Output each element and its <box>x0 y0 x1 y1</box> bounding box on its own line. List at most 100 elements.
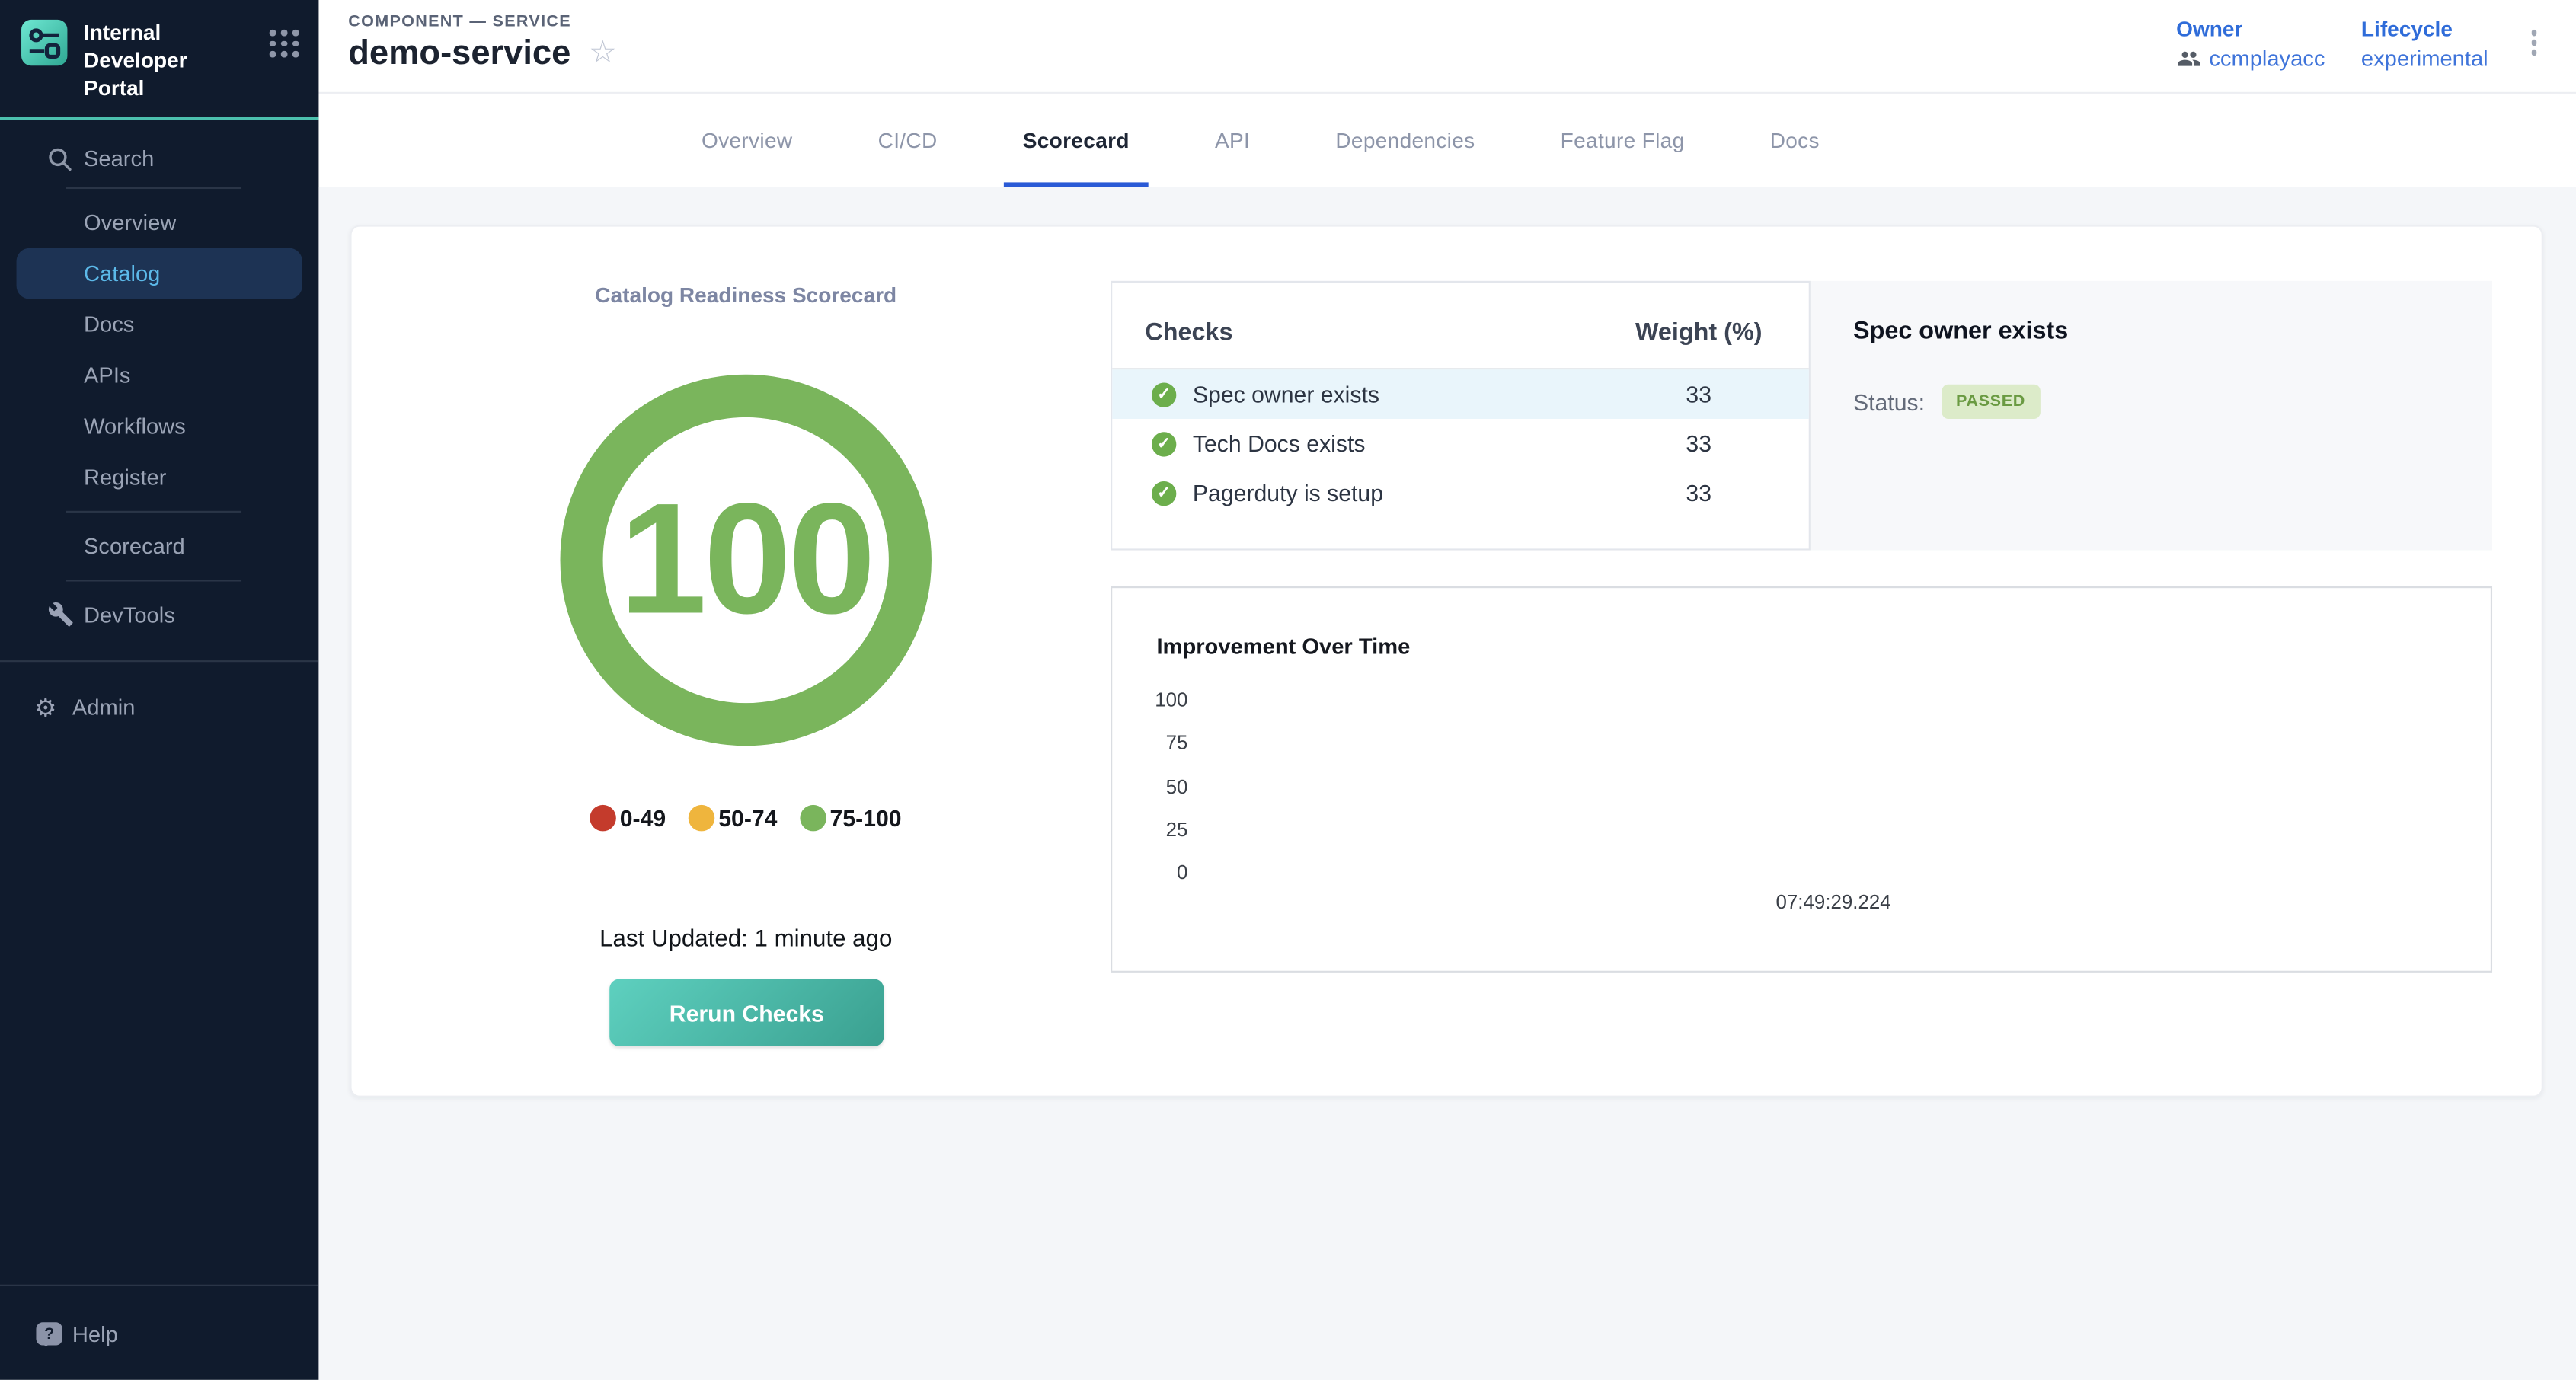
weight-column-header: Weight (%) <box>1584 318 1814 347</box>
sidebar-item-catalog[interactable]: Catalog <box>17 248 302 299</box>
checks-table-header: Checks Weight (%) <box>1112 283 1809 369</box>
wrench-icon <box>48 602 75 628</box>
sidebar-item-label: APIs <box>84 363 131 387</box>
check-detail-panel: Spec owner exists Status: PASSED <box>1811 281 2492 551</box>
check-name: Tech Docs exists <box>1193 430 1366 457</box>
entity-tabbar: Overview CI/CD Scorecard API Dependencie… <box>318 94 2576 187</box>
main-area: COMPONENT — SERVICE demo-service ☆ Owner… <box>318 0 2576 1380</box>
rerun-checks-button[interactable]: Rerun Checks <box>609 979 884 1046</box>
legend-label: 50-74 <box>718 805 777 832</box>
people-icon <box>2176 50 2200 68</box>
sidebar-item-search[interactable]: Search <box>0 139 318 179</box>
y-axis-tick: 100 <box>1122 688 1187 711</box>
sidebar-item-workflows[interactable]: Workflows <box>0 401 318 452</box>
sidebar-item-help[interactable]: ? Help <box>0 1311 318 1356</box>
passed-check-icon: ✓ <box>1152 481 1176 505</box>
tab-api[interactable]: API <box>1195 94 1270 187</box>
chart-title: Improvement Over Time <box>1156 634 1410 659</box>
scorecard-panel-title: Catalog Readiness Scorecard <box>352 283 1140 307</box>
sidebar-item-docs[interactable]: Docs <box>0 299 318 350</box>
sidebar-item-label: Search <box>84 146 154 171</box>
sidebar-item-admin[interactable]: ⚙ Admin <box>0 683 318 733</box>
last-updated-text: Last Updated: 1 minute ago <box>352 926 1140 953</box>
entity-header: COMPONENT — SERVICE demo-service ☆ Owner… <box>318 0 2576 94</box>
checks-column-header: Checks <box>1145 318 1232 347</box>
passed-check-icon: ✓ <box>1152 382 1176 406</box>
check-weight: 33 <box>1584 480 1814 506</box>
check-name: Pagerduty is setup <box>1193 480 1383 506</box>
score-legend: 0-49 50-74 75-100 <box>352 805 1140 832</box>
tab-dependencies[interactable]: Dependencies <box>1315 94 1494 187</box>
sidebar-item-scorecard[interactable]: Scorecard <box>0 520 318 571</box>
gear-icon: ⚙ <box>34 693 56 723</box>
content-area: Catalog Readiness Scorecard 100 0-49 50-… <box>318 187 2576 1380</box>
sidebar-item-label: Docs <box>84 311 134 336</box>
sidebar-divider <box>0 660 318 661</box>
check-row-tech-docs[interactable]: ✓ Tech Docs exists 33 <box>1112 419 1809 468</box>
sidebar-item-label: Admin <box>72 695 136 720</box>
sidebar-footer: ? Help <box>0 1285 318 1380</box>
sidebar-divider <box>66 580 241 581</box>
owner-block: Owner ccmplayacc <box>2176 17 2325 71</box>
sidebar-divider <box>66 510 241 512</box>
tab-feature-flag[interactable]: Feature Flag <box>1541 94 1705 187</box>
sidebar-item-label: Overview <box>84 209 176 234</box>
tab-cicd[interactable]: CI/CD <box>858 94 957 187</box>
sidebar-item-overview[interactable]: Overview <box>0 196 318 248</box>
page-title: demo-service <box>348 36 570 70</box>
lifecycle-block: Lifecycle experimental <box>2361 17 2488 71</box>
sidebar-item-label: Register <box>84 465 166 489</box>
favorite-star-icon[interactable]: ☆ <box>589 38 617 69</box>
check-name: Spec owner exists <box>1193 381 1379 407</box>
legend-item-high: 75-100 <box>801 805 902 832</box>
app: Internal Developer Portal Search Overvie… <box>0 0 2576 1380</box>
apps-grid-icon[interactable] <box>270 30 299 57</box>
legend-label: 75-100 <box>830 805 902 832</box>
sidebar-item-label: Workflows <box>84 414 186 438</box>
sidebar-item-label: DevTools <box>84 602 175 627</box>
sidebar-divider <box>66 187 241 188</box>
breadcrumb: COMPONENT — SERVICE <box>348 13 617 31</box>
checks-table: Checks Weight (%) ✓ Spec owner exists 33… <box>1111 281 1811 551</box>
improvement-chart: Improvement Over Time 100 75 50 25 0 07:… <box>1111 586 2492 973</box>
search-icon <box>48 146 72 171</box>
header-left: COMPONENT — SERVICE demo-service ☆ <box>348 0 617 71</box>
more-menu-icon[interactable] <box>2524 20 2543 65</box>
legend-item-mid: 50-74 <box>689 805 777 832</box>
y-axis-tick: 25 <box>1122 818 1187 841</box>
tab-scorecard[interactable]: Scorecard <box>1003 94 1149 187</box>
app-logo-icon <box>21 20 67 65</box>
header-right: Owner ccmplayacc Lifecycle experimental <box>2176 0 2576 71</box>
sidebar-item-label: Scorecard <box>84 533 185 557</box>
legend-label: 0-49 <box>620 805 666 832</box>
lifecycle-value[interactable]: experimental <box>2361 46 2488 70</box>
y-axis-tick: 0 <box>1122 861 1187 883</box>
legend-item-low: 0-49 <box>590 805 666 832</box>
check-row-pagerduty[interactable]: ✓ Pagerduty is setup 33 <box>1112 468 1809 518</box>
score-gauge: 100 <box>561 375 932 746</box>
scorecard-card: Catalog Readiness Scorecard 100 0-49 50-… <box>350 225 2542 1097</box>
tab-overview[interactable]: Overview <box>682 94 812 187</box>
owner-value[interactable]: ccmplayacc <box>2209 46 2325 70</box>
sidebar-item-apis[interactable]: APIs <box>0 350 318 401</box>
passed-check-icon: ✓ <box>1152 431 1176 455</box>
x-axis-tick: 07:49:29.224 <box>1743 890 1923 913</box>
tab-docs[interactable]: Docs <box>1750 94 1839 187</box>
status-badge: PASSED <box>1942 385 2041 419</box>
green-dot-icon <box>801 805 827 832</box>
sidebar: Internal Developer Portal Search Overvie… <box>0 0 318 1380</box>
amber-dot-icon <box>689 805 715 832</box>
sidebar-item-label: Help <box>72 1321 118 1346</box>
app-title: Internal Developer Portal <box>84 20 253 103</box>
y-axis-tick: 75 <box>1122 731 1187 754</box>
lifecycle-label[interactable]: Lifecycle <box>2361 17 2488 41</box>
sidebar-item-devtools[interactable]: DevTools <box>0 589 318 640</box>
y-axis-tick: 50 <box>1122 775 1187 798</box>
check-detail-title: Spec owner exists <box>1853 317 2492 345</box>
sidebar-item-register[interactable]: Register <box>0 451 318 502</box>
owner-label[interactable]: Owner <box>2176 17 2325 41</box>
help-icon: ? <box>36 1322 62 1345</box>
logo-row: Internal Developer Portal <box>0 0 318 103</box>
score-value: 100 <box>619 481 873 639</box>
check-row-spec-owner[interactable]: ✓ Spec owner exists 33 <box>1112 369 1809 419</box>
